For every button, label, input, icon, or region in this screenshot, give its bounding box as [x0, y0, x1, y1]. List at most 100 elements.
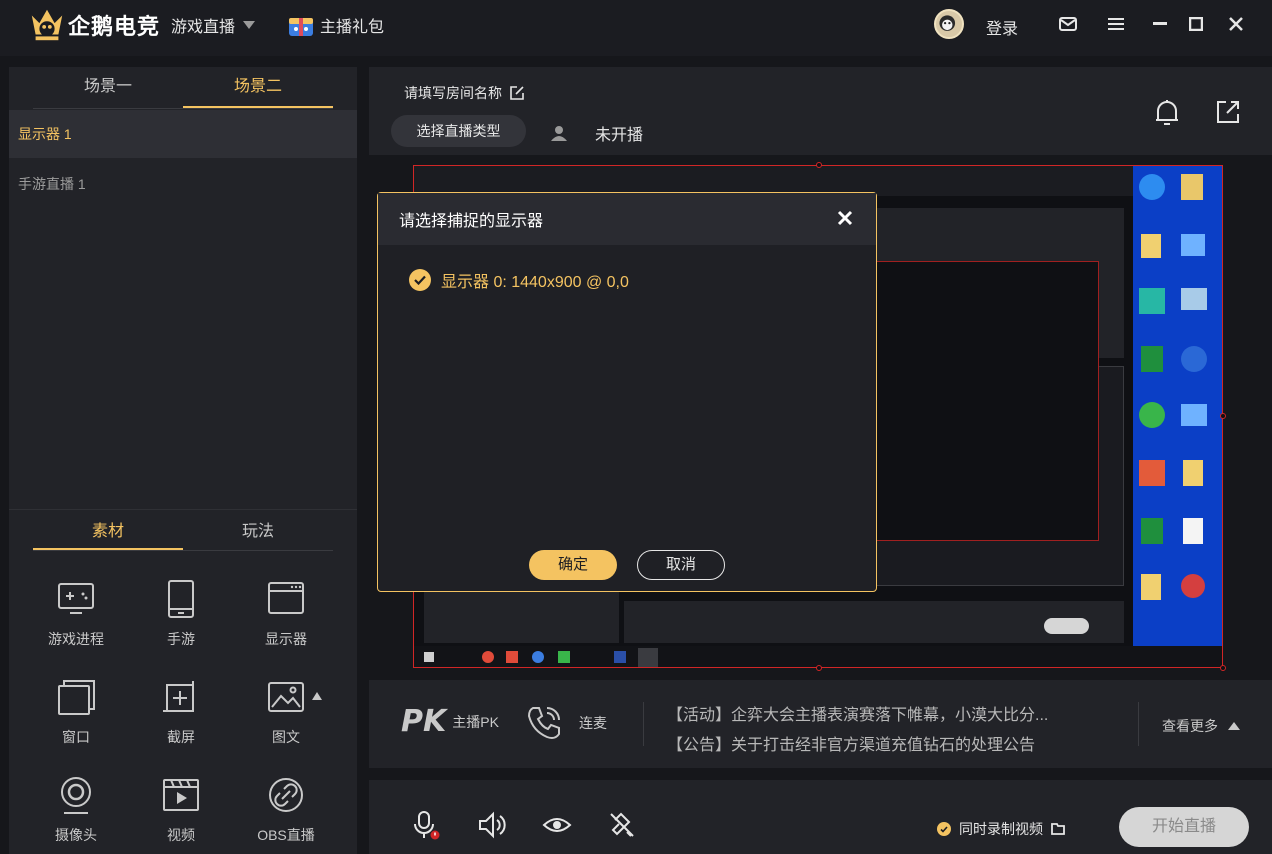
microphone-icon[interactable] — [411, 810, 441, 840]
material-screenshot[interactable]: 截屏 — [131, 677, 231, 747]
pk-label: 主播PK — [452, 713, 499, 730]
start-live-button[interactable]: 开始直播 — [1119, 807, 1249, 847]
streamer-gift-link[interactable]: 主播礼包 — [286, 10, 384, 40]
network-icon — [1181, 234, 1205, 256]
easyconnect-icon — [1139, 288, 1165, 314]
gift-label: 主播礼包 — [320, 19, 385, 36]
select-live-type-button[interactable]: 选择直播类型 — [391, 115, 526, 147]
divider — [643, 702, 644, 746]
display-option[interactable]: 显示器 0: 1440x900 @ 0,0 — [409, 268, 629, 292]
pk-icon: PK — [401, 704, 447, 739]
material-camera[interactable]: 摄像头 — [26, 775, 126, 845]
select-display-dialog: 请选择捕捉的显示器 显示器 0: 1440x900 @ 0,0 确定 取消 — [377, 192, 877, 592]
close-icon[interactable] — [836, 209, 854, 227]
photoshop-folder-icon — [1183, 460, 1203, 486]
dialog-header: 请选择捕捉的显示器 — [378, 193, 876, 245]
material-label: 视频 — [167, 827, 195, 843]
taskbar-app-icon — [614, 651, 626, 663]
cancel-button[interactable]: 取消 — [637, 550, 725, 580]
folder-icon[interactable] — [1051, 822, 1065, 836]
software-icon — [1139, 460, 1165, 486]
login-link[interactable]: 登录 — [986, 15, 1018, 39]
folder-icon — [1141, 574, 1161, 600]
status-text: 未开播 — [595, 127, 644, 144]
display-option-label: 显示器 0: 1440x900 @ 0,0 — [441, 274, 629, 291]
speaker-icon[interactable] — [477, 810, 507, 840]
material-mobile[interactable]: 手游 — [131, 579, 231, 649]
scene-tabs: 场景一 场景二 — [33, 67, 333, 109]
material-obs-live[interactable]: OBS直播 — [236, 775, 336, 845]
user-icon — [551, 126, 567, 141]
preview-desktop — [1133, 166, 1222, 667]
app-icon — [1181, 346, 1207, 372]
view-more-button[interactable]: 查看更多 — [1162, 716, 1240, 736]
menu-icon[interactable] — [1106, 14, 1126, 34]
eye-icon[interactable] — [542, 810, 572, 840]
material-display[interactable]: 显示器 — [236, 579, 336, 649]
game-live-menu[interactable]: 游戏直播 — [171, 13, 256, 37]
triangle-up-icon — [1228, 722, 1240, 730]
material-game-process[interactable]: 游戏进程 — [26, 579, 126, 649]
co-stream-button[interactable]: 连麦 — [525, 704, 607, 742]
material-label: 手游 — [167, 631, 195, 647]
file-icon — [1141, 234, 1161, 258]
taskbar-app-icon — [482, 651, 494, 663]
material-video[interactable]: 视频 — [131, 775, 231, 845]
phone-icon — [527, 707, 560, 739]
interaction-bar: PK 主播PK 连麦 【活动】企弈大会主播表演赛落下帷幕，小漠大比分... 【公… — [369, 680, 1272, 768]
source-item-display-1[interactable]: 显示器 1 — [9, 110, 357, 158]
share-external-icon[interactable] — [1215, 99, 1241, 125]
resize-handle[interactable] — [816, 665, 822, 671]
edit-icon[interactable] — [510, 86, 524, 100]
material-label: 图文 — [272, 729, 300, 745]
tab-gameplay[interactable]: 玩法 — [183, 515, 333, 550]
material-image-text[interactable]: 图文 — [236, 677, 336, 747]
pdf-icon — [1181, 574, 1205, 598]
resize-handle[interactable] — [1220, 413, 1226, 419]
app-logo[interactable]: 企鹅电竞 — [28, 6, 160, 44]
bottom-control-bar: 同时录制视频 开始直播 — [369, 780, 1272, 854]
material-label: OBS直播 — [257, 827, 315, 843]
360-icon — [1139, 402, 1165, 428]
live-status: 未开播 — [551, 121, 643, 145]
mail-icon[interactable] — [1058, 14, 1078, 34]
control-panel-icon — [1181, 404, 1207, 426]
excel-icon — [1141, 518, 1163, 544]
activity-notice[interactable]: 【活动】企弈大会主播表演赛落下帷幕，小漠大比分... — [667, 701, 1048, 725]
penguin-crown-icon — [31, 9, 63, 41]
confirm-button[interactable]: 确定 — [529, 550, 617, 580]
effects-off-icon[interactable] — [607, 810, 637, 840]
resize-handle[interactable] — [1220, 665, 1226, 671]
doc-icon — [1183, 518, 1203, 544]
announcement-notice[interactable]: 【公告】关于打击经非官方渠道充值钻石的处理公告 — [667, 731, 1035, 755]
material-window[interactable]: 窗口 — [26, 677, 126, 747]
checkmark-icon — [937, 822, 951, 836]
room-header: 请填写房间名称 选择直播类型 未开播 — [369, 67, 1272, 155]
avatar[interactable] — [934, 9, 964, 39]
triangle-up-icon[interactable] — [311, 691, 323, 701]
left-panel: 场景一 场景二 显示器 1 手游直播 1 素材 玩法 游戏进程 手游 显示器 窗… — [9, 67, 357, 854]
maximize-icon[interactable] — [1186, 14, 1206, 34]
bell-icon[interactable] — [1154, 99, 1180, 127]
record-video-label: 同时录制视频 — [959, 821, 1043, 837]
streamer-pk-button[interactable]: PK 主播PK — [401, 704, 499, 739]
divider — [9, 509, 357, 510]
material-label: 显示器 — [265, 631, 307, 647]
preview-nested-start-button — [1044, 618, 1089, 634]
source-item-mobile-live-1[interactable]: 手游直播 1 — [9, 160, 357, 208]
view-more-label: 查看更多 — [1162, 718, 1218, 734]
tab-materials[interactable]: 素材 — [33, 515, 183, 550]
co-stream-label: 连麦 — [579, 715, 607, 731]
room-name-field[interactable]: 请填写房间名称 — [404, 83, 524, 103]
obs-link-icon — [269, 778, 303, 812]
user-avatar-icon — [939, 15, 956, 31]
tab-scene-1[interactable]: 场景一 — [33, 67, 183, 108]
minimize-icon[interactable] — [1150, 14, 1170, 34]
close-icon[interactable] — [1226, 14, 1246, 34]
record-video-toggle[interactable]: 同时录制视频 — [937, 819, 1065, 839]
material-label: 窗口 — [62, 729, 90, 745]
logo-text: 企鹅电竞 — [68, 14, 161, 39]
divider — [1138, 702, 1139, 746]
resize-handle[interactable] — [816, 162, 822, 168]
tab-scene-2[interactable]: 场景二 — [183, 67, 333, 108]
